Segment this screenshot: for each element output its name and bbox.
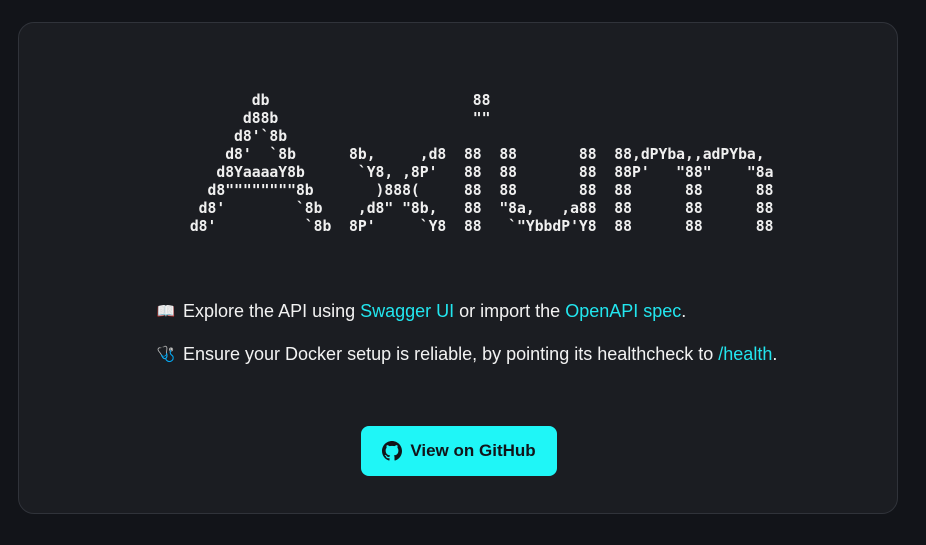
health-prefix: Ensure your Docker setup is reliable, by…	[183, 344, 719, 364]
stethoscope-icon: 🩺	[156, 345, 176, 363]
github-icon	[382, 441, 403, 461]
view-on-github-button[interactable]: View on GitHub	[361, 426, 557, 476]
ascii-logo: db 88 d88b "" d8'`8b d8' `8b 8b, ,d8 88 …	[189, 92, 774, 235]
book-icon: 📖	[156, 302, 176, 320]
swagger-ui-link[interactable]: Swagger UI	[360, 301, 454, 321]
explore-line: 📖 Explore the API using Swagger UI or imp…	[156, 301, 687, 322]
health-suffix: .	[772, 344, 778, 364]
explore-suffix: .	[681, 301, 687, 321]
landing-card: db 88 d88b "" d8'`8b d8' `8b 8b, ,d8 88 …	[18, 22, 898, 514]
health-link[interactable]: /health	[718, 344, 772, 364]
openapi-spec-link[interactable]: OpenAPI spec	[565, 301, 681, 321]
explore-prefix: Explore the API using	[183, 301, 361, 321]
github-button-label: View on GitHub	[410, 441, 536, 460]
healthcheck-line: 🩺 Ensure your Docker setup is reliable, b…	[156, 344, 778, 365]
explore-middle: or import the	[454, 301, 566, 321]
